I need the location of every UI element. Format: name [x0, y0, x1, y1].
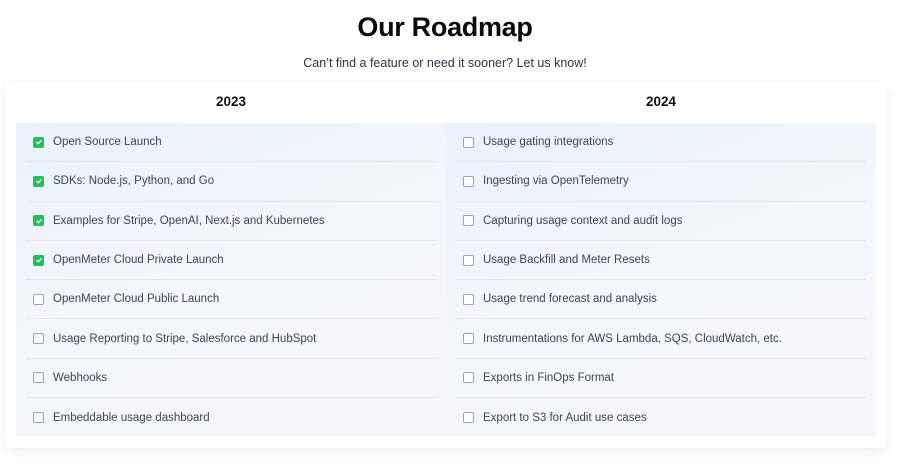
checkbox-checked-icon[interactable] [33, 136, 44, 148]
roadmap-item[interactable]: Webhooks [26, 359, 436, 399]
roadmap-item[interactable]: Capturing usage context and audit logs [456, 202, 866, 241]
roadmap-item-label: Webhooks [53, 371, 108, 384]
roadmap-list: Open Source Launch SDKs: Node.js, Python,… [16, 123, 446, 437]
roadmap-item-label: Exports in FinOps Format [483, 371, 615, 384]
roadmap-card: 2023 Open Source Launch SDKs: Node.js, Py… [5, 81, 887, 448]
checkbox-icon[interactable] [463, 333, 474, 345]
roadmap-item-label: Usage gating integrations [483, 136, 614, 149]
roadmap-column-2023: 2023 Open Source Launch SDKs: Node.js, Py… [16, 81, 446, 437]
checkbox-icon[interactable] [463, 215, 474, 227]
roadmap-item[interactable]: Open Source Launch [26, 123, 436, 163]
checkbox-icon[interactable] [463, 254, 474, 266]
checkbox-checked-icon[interactable] [33, 254, 44, 266]
checkbox-checked-icon[interactable] [33, 175, 44, 187]
roadmap-item-label: Ingesting via OpenTelemetry [483, 175, 629, 188]
roadmap-item-label: Usage Reporting to Stripe, Salesforce an… [53, 332, 317, 345]
roadmap-item-label: Open Source Launch [53, 136, 162, 149]
roadmap-item[interactable]: Embeddable usage dashboard [26, 398, 436, 437]
checkbox-checked-icon[interactable] [33, 215, 44, 227]
roadmap-item[interactable]: Ingesting via OpenTelemetry [456, 162, 866, 202]
roadmap-item-label: Usage Backfill and Meter Resets [483, 254, 650, 267]
roadmap-item-label: Capturing usage context and audit logs [483, 214, 683, 227]
roadmap-item-label: Instrumentations for AWS Lambda, SQS, Cl… [483, 332, 782, 345]
checkbox-icon[interactable] [463, 372, 474, 384]
page-title: Our Roadmap [357, 12, 533, 42]
roadmap-item[interactable]: OpenMeter Cloud Public Launch [26, 280, 436, 320]
roadmap-item[interactable]: Exports in FinOps Format [456, 359, 866, 399]
checkbox-icon[interactable] [33, 333, 44, 345]
roadmap-item[interactable]: Usage gating integrations [456, 123, 866, 163]
column-year: 2024 [645, 94, 677, 109]
checkbox-icon[interactable] [33, 372, 44, 384]
roadmap-item-label: Examples for Stripe, OpenAI, Next.js and… [53, 214, 325, 227]
roadmap-item[interactable]: OpenMeter Cloud Private Launch [26, 241, 436, 281]
roadmap-item-label: OpenMeter Cloud Public Launch [53, 293, 220, 306]
roadmap-item[interactable]: Usage Backfill and Meter Resets [456, 241, 866, 281]
checkbox-icon[interactable] [33, 412, 44, 424]
roadmap-item-label: Export to S3 for Audit use cases [483, 411, 647, 424]
roadmap-item[interactable]: Usage Reporting to Stripe, Salesforce an… [26, 319, 436, 359]
roadmap-item-label: SDKs: Node.js, Python, and Go [53, 175, 215, 188]
roadmap-item[interactable]: SDKs: Node.js, Python, and Go [26, 162, 436, 202]
roadmap-item[interactable]: Examples for Stripe, OpenAI, Next.js and… [26, 202, 436, 241]
checkbox-icon[interactable] [463, 136, 474, 148]
checkbox-icon[interactable] [33, 293, 44, 305]
roadmap-item[interactable]: Usage trend forecast and analysis [456, 280, 866, 320]
roadmap-column-2024: 2024 Usage gating integrations Ingesting … [446, 81, 876, 437]
roadmap-item[interactable]: Export to S3 for Audit use cases [456, 398, 866, 437]
checkbox-icon[interactable] [463, 412, 474, 424]
roadmap-item-label: Embeddable usage dashboard [53, 411, 210, 424]
roadmap-item-label: Usage trend forecast and analysis [483, 293, 657, 306]
page-subtitle: Can’t find a feature or need it sooner? … [303, 56, 587, 70]
roadmap-list: Usage gating integrations Ingesting via O… [446, 123, 876, 437]
roadmap-item[interactable]: Instrumentations for AWS Lambda, SQS, Cl… [456, 319, 866, 359]
roadmap-item-label: OpenMeter Cloud Private Launch [53, 254, 224, 267]
checkbox-icon[interactable] [463, 293, 474, 305]
column-year: 2023 [215, 94, 247, 109]
checkbox-icon[interactable] [463, 175, 474, 187]
